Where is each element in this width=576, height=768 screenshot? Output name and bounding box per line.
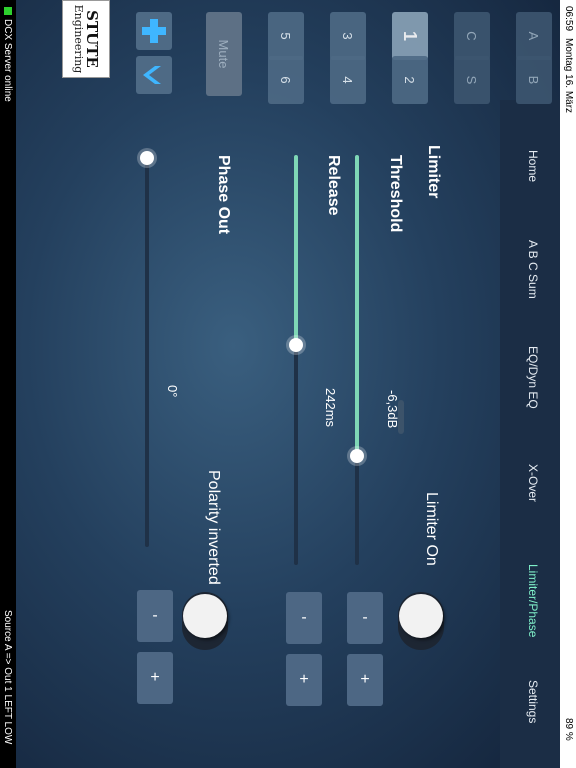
- server-status-indicator: [4, 7, 12, 15]
- polarity-inverted-toggle[interactable]: [182, 592, 228, 650]
- input-s-button[interactable]: S: [454, 56, 490, 104]
- input-a-button[interactable]: A: [516, 12, 552, 60]
- threshold-plus-button[interactable]: +: [347, 654, 383, 706]
- release-value: 242ms: [323, 388, 338, 428]
- chevron-icon: [143, 66, 161, 84]
- server-status-text: DCX Server online: [2, 19, 13, 102]
- release-label: Release: [325, 155, 342, 216]
- output-1-button[interactable]: 1: [392, 12, 428, 60]
- limiter-heading: Limiter: [425, 145, 442, 199]
- limiter-on-toggle[interactable]: [398, 592, 444, 650]
- phase-plus-button[interactable]: +: [137, 652, 173, 704]
- date: Montag 16. März: [563, 38, 574, 114]
- output-6-button[interactable]: 6: [268, 56, 304, 104]
- phase-slider-knob[interactable]: [140, 151, 154, 165]
- tab-settings[interactable]: Settings: [526, 680, 540, 723]
- tab-home[interactable]: Home: [526, 150, 540, 182]
- add-icon-button[interactable]: [136, 12, 172, 50]
- threshold-slider-knob[interactable]: [350, 449, 364, 463]
- release-slider-knob[interactable]: [289, 338, 303, 352]
- collapse-icon-button[interactable]: [136, 56, 172, 94]
- app-window: Home A B C Sum EQ/Dyn EQ X-Over Limiter/…: [16, 0, 560, 768]
- phase-minus-button[interactable]: -: [137, 590, 173, 642]
- threshold-label: Threshold: [387, 155, 404, 233]
- routing-status-text: Source A => Out 1 LEFT LOW: [2, 610, 13, 745]
- landscape-content: Home A B C Sum EQ/Dyn EQ X-Over Limiter/…: [16, 0, 560, 768]
- threshold-slider-fill: [355, 155, 359, 455]
- release-slider-fill: [294, 155, 298, 345]
- tab-eq-dyn-eq[interactable]: EQ/Dyn EQ: [526, 346, 540, 409]
- tab-bar: Home A B C Sum EQ/Dyn EQ X-Over Limiter/…: [500, 100, 560, 768]
- battery-text: 89 %: [563, 718, 574, 741]
- tab-abc-sum[interactable]: A B C Sum: [526, 240, 540, 299]
- scroll-indicator: [398, 400, 404, 434]
- phase-value: 0°: [165, 385, 180, 398]
- limiter-on-label: Limiter On: [423, 492, 440, 566]
- polarity-label: Polarity inverted: [205, 470, 222, 585]
- release-minus-button[interactable]: -: [286, 592, 322, 644]
- logo-line2: Engineering: [72, 4, 85, 74]
- output-2-button[interactable]: 2: [392, 56, 428, 104]
- stute-logo: STUTE Engineering: [62, 0, 110, 78]
- input-c-button[interactable]: C: [454, 12, 490, 60]
- output-5-button[interactable]: 5: [268, 12, 304, 60]
- tab-x-over[interactable]: X-Over: [526, 464, 540, 502]
- logo-line1: STUTE: [83, 10, 101, 68]
- output-3-button[interactable]: 3: [330, 12, 366, 60]
- phase-slider-track[interactable]: [145, 155, 149, 547]
- tab-limiter-phase[interactable]: Limiter/Phase: [526, 564, 540, 637]
- output-4-button[interactable]: 4: [330, 56, 366, 104]
- status-bar-top: 06:59 Montag 16. März 89 %: [560, 0, 576, 768]
- plus-icon: [142, 19, 166, 43]
- input-b-button[interactable]: B: [516, 56, 552, 104]
- status-bar-bottom: DCX Server online Source A => Out 1 LEFT…: [0, 0, 16, 768]
- clock: 06:59: [563, 6, 574, 32]
- phase-out-heading: Phase Out: [215, 155, 232, 235]
- threshold-minus-button[interactable]: -: [347, 592, 383, 644]
- mute-button[interactable]: Mute: [206, 12, 242, 96]
- release-plus-button[interactable]: +: [286, 654, 322, 706]
